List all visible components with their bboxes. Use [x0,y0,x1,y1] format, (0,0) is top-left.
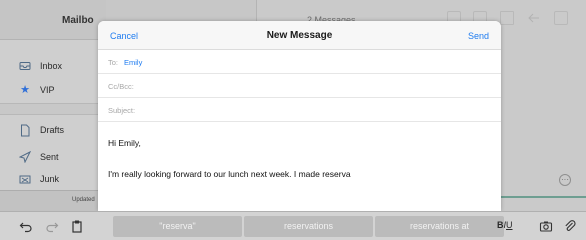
cancel-button[interactable]: Cancel [110,31,138,41]
to-field[interactable]: To: Emily [98,50,501,74]
trash-icon[interactable] [500,11,514,25]
subject-label: Subject: [108,106,136,115]
undo-icon[interactable] [19,219,33,233]
body-text[interactable]: I'm really looking forward to our lunch … [108,169,498,179]
sidebar-item-label: Sent [40,152,59,162]
suggestion-1[interactable]: reservations [244,216,373,237]
compose-navigation-bar: New Message Cancel Send [98,21,501,50]
inbox-icon [19,60,31,72]
suggestion-typed[interactable]: "reserva" [113,216,242,237]
mailbox-sidebar: Mailbo Inbox ★ VIP Drafts Sent Junk Upda… [0,0,106,211]
cc-bcc-field[interactable]: Cc/Bcc: [98,74,501,98]
junk-tray-icon [19,173,31,185]
sidebar-divider [0,103,106,115]
send-button[interactable]: Send [468,31,489,41]
cc-bcc-label: Cc/Bcc: [108,82,134,91]
sidebar-item-label: VIP [40,85,55,95]
body-greeting[interactable]: Hi Emily, [108,137,493,149]
keyboard-shortcut-bar: "reserva" reservations reservations at B… [0,211,586,240]
sidebar-item-sent[interactable]: Sent [0,145,106,169]
sidebar-item-drafts[interactable]: Drafts [0,118,106,142]
document-icon [19,124,31,137]
compose-title: New Message [266,30,333,41]
subject-field[interactable]: Subject: [98,98,501,122]
message-separator [492,196,586,198]
suggestion-2[interactable]: reservations at [375,216,504,237]
to-label: To: [108,58,119,67]
sidebar-item-label: Drafts [40,125,65,135]
sidebar-title: Mailbo [62,15,94,26]
sidebar-item-inbox[interactable]: Inbox [0,54,106,78]
format-button[interactable]: BIU [497,220,513,230]
updated-status: Updated [72,197,95,203]
reply-icon[interactable] [527,11,541,25]
sidebar-item-label: Inbox [40,61,63,71]
compose-icon[interactable] [554,11,568,25]
sidebar-item-vip[interactable]: ★ VIP [0,78,106,102]
paper-plane-icon [18,150,32,164]
sidebar-header: Mailbo [0,0,106,40]
more-options-icon[interactable]: ··· [559,174,571,186]
recipient-token[interactable]: Emily [124,58,142,67]
compose-sheet: New Message Cancel Send To: Emily Cc/Bcc… [98,21,501,211]
paste-icon[interactable] [70,219,84,233]
camera-icon[interactable] [539,219,553,233]
format-underline-label: U [506,220,513,230]
paperclip-icon[interactable] [563,219,577,233]
sidebar-item-label: Junk [40,174,60,184]
sidebar-status-bar: Updated [0,190,106,211]
redo-icon[interactable] [45,219,59,233]
sidebar-item-junk[interactable]: Junk [0,167,106,191]
star-icon: ★ [20,84,30,96]
